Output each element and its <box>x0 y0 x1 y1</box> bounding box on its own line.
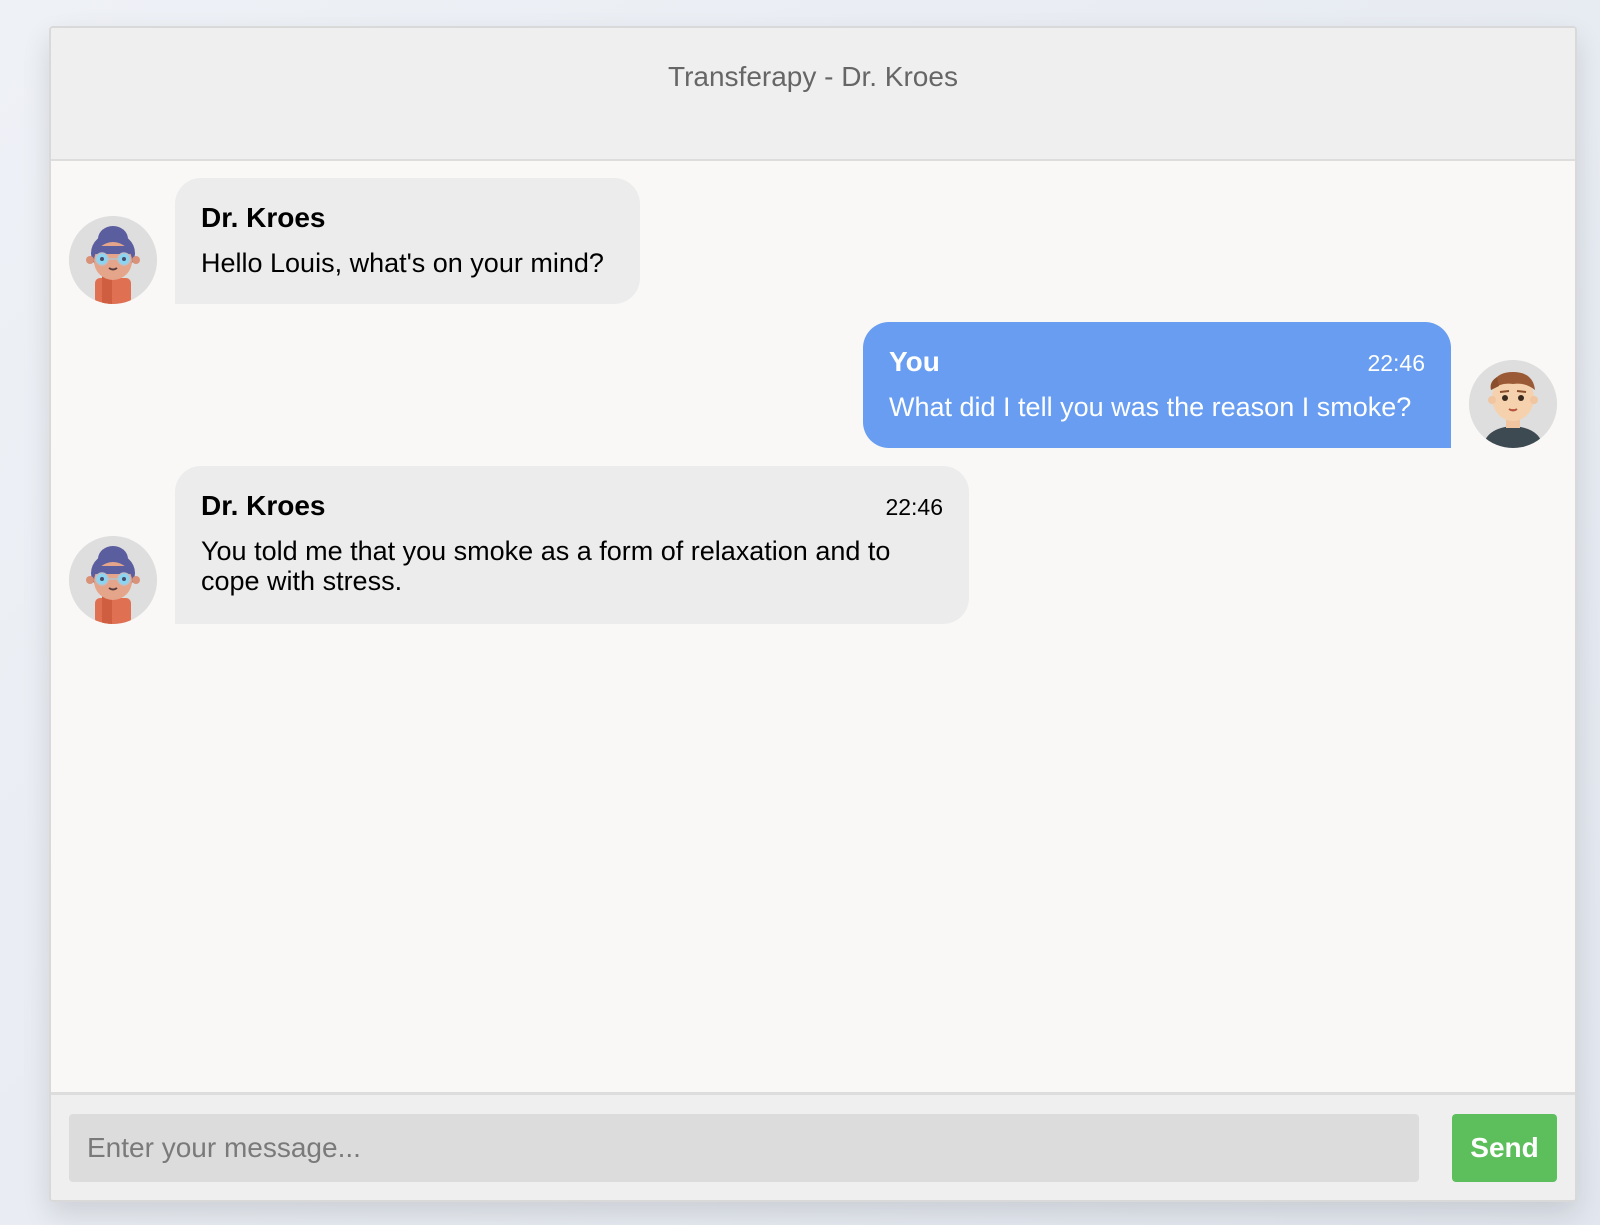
message-sender: You <box>889 346 940 377</box>
message-bubble: Dr. Kroes 22:46 You told me that you smo… <box>175 466 969 624</box>
message-row: You 22:46 What did I tell you was the re… <box>863 322 1557 448</box>
message-bubble: Dr. Kroes Hello Louis, what's on your mi… <box>175 178 640 304</box>
message-text: You told me that you smoke as a form of … <box>201 536 891 596</box>
user-avatar-icon <box>1469 360 1557 448</box>
chat-window: Transferapy - Dr. Kroes Dr. Kroes Hello … <box>49 26 1577 1202</box>
message-header: Dr. Kroes 22:46 <box>201 490 943 522</box>
composer: Send <box>51 1092 1575 1200</box>
message-list[interactable]: Dr. Kroes Hello Louis, what's on your mi… <box>51 161 1575 1092</box>
send-button[interactable]: Send <box>1452 1114 1557 1182</box>
message-row: Dr. Kroes Hello Louis, what's on your mi… <box>69 178 640 304</box>
therapist-avatar-icon <box>69 216 157 304</box>
message-header: You 22:46 <box>889 346 1425 378</box>
message-header: Dr. Kroes <box>201 202 614 234</box>
therapist-avatar-icon <box>69 536 157 624</box>
message-time: 22:46 <box>1367 350 1425 376</box>
message-text: What did I tell you was the reason I smo… <box>889 392 1412 422</box>
message-text: Hello Louis, what's on your mind? <box>201 248 604 278</box>
message-time: 22:46 <box>885 494 943 520</box>
message-sender: Dr. Kroes <box>201 490 326 521</box>
chat-header: Transferapy - Dr. Kroes <box>51 28 1575 161</box>
message-row: Dr. Kroes 22:46 You told me that you smo… <box>69 466 969 624</box>
message-sender: Dr. Kroes <box>201 202 326 233</box>
message-input[interactable] <box>69 1114 1419 1182</box>
chat-title: Transferapy - Dr. Kroes <box>668 61 958 92</box>
message-bubble: You 22:46 What did I tell you was the re… <box>863 322 1451 448</box>
